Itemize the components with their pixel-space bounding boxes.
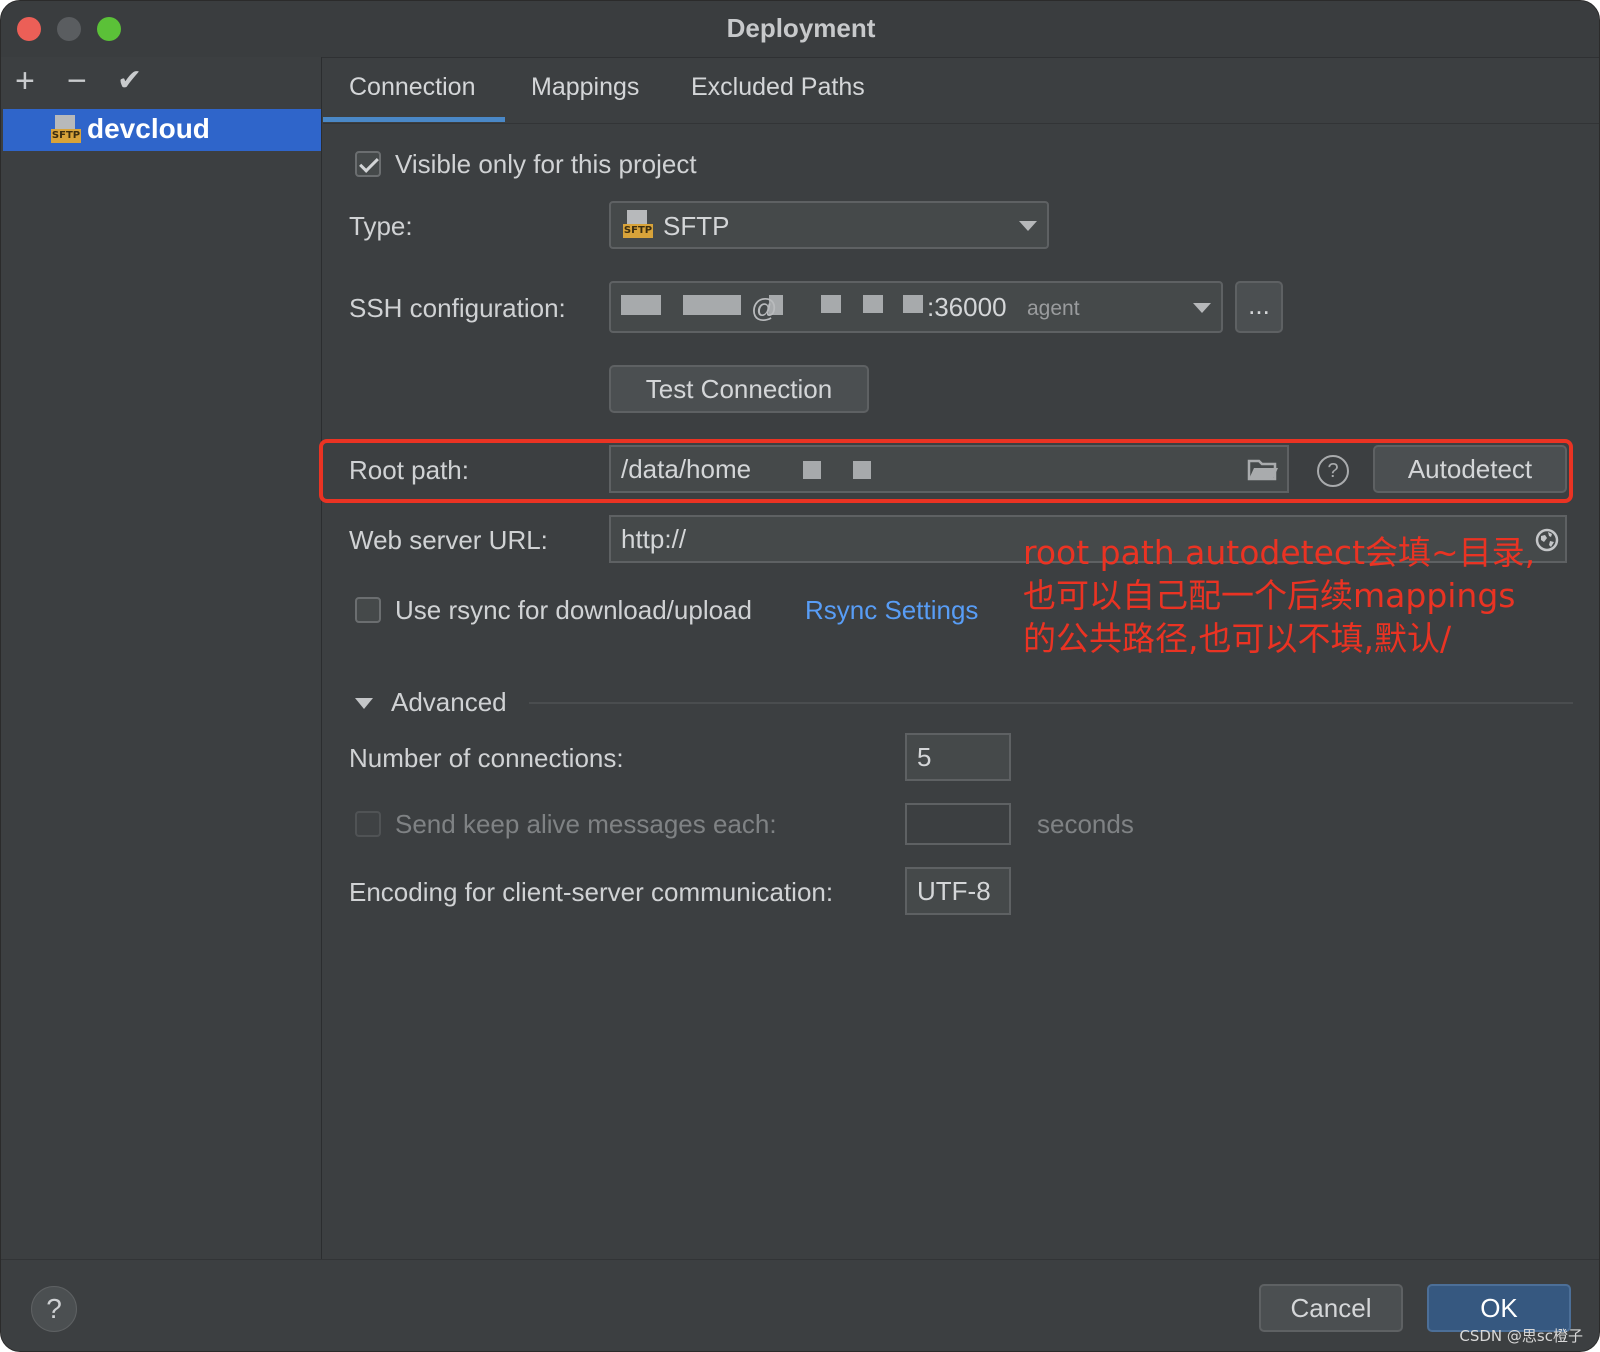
section-divider [529, 702, 1573, 704]
encoding-value: UTF-8 [917, 876, 991, 906]
advanced-section-title[interactable]: Advanced [391, 687, 507, 718]
sftp-icon: SFTP [51, 115, 81, 145]
ssh-configuration-dropdown[interactable]: @ :36000 agent [609, 281, 1223, 333]
ssh-configuration-label: SSH configuration: [349, 293, 566, 323]
tab-mappings[interactable]: Mappings [531, 73, 639, 102]
rsync-settings-link[interactable]: Rsync Settings [805, 595, 978, 626]
number-of-connections-field[interactable]: 5 [905, 733, 1011, 781]
watermark: CSDN @思sc橙子 [1459, 1327, 1583, 1345]
type-label: Type: [349, 211, 413, 241]
encoding-field[interactable]: UTF-8 [905, 867, 1011, 915]
test-connection-button[interactable]: Test Connection [609, 365, 869, 413]
annotation-line: 也可以自己配一个后续mappings [1023, 576, 1516, 615]
checkmark-icon[interactable]: ✔ [117, 61, 142, 101]
web-server-url-value: http:// [621, 524, 687, 554]
redacted-username [621, 295, 661, 315]
dialog-footer: ? Cancel OK CSDN @思sc橙子 [1, 1259, 1599, 1351]
tab-bar: Connection Mappings Excluded Paths [323, 57, 1599, 124]
web-server-url-label: Web server URL: [349, 525, 548, 555]
deployment-dialog: Deployment + − ✔ SFTP devcloud Connectio… [0, 0, 1600, 1352]
window-title: Deployment [726, 13, 876, 43]
ssh-port: :36000 [927, 292, 1007, 322]
server-list-sidebar: + − ✔ SFTP devcloud [1, 57, 322, 1261]
remove-icon[interactable]: − [67, 61, 87, 101]
ssh-auth-type: agent [1027, 297, 1080, 320]
active-tab-indicator [323, 117, 505, 122]
redacted-host-part [821, 295, 841, 313]
help-button[interactable]: ? [31, 1286, 77, 1332]
number-of-connections-label: Number of connections: [349, 743, 624, 773]
sidebar-item-devcloud[interactable]: SFTP devcloud [3, 109, 321, 151]
keep-alive-seconds-field[interactable] [905, 803, 1011, 845]
cancel-button[interactable]: Cancel [1259, 1284, 1403, 1332]
use-rsync-checkbox[interactable] [355, 597, 381, 623]
use-rsync-label: Use rsync for download/upload [395, 595, 752, 625]
type-dropdown[interactable]: SFTP SFTP [609, 201, 1049, 249]
keep-alive-checkbox[interactable] [355, 811, 381, 837]
annotation-note: root path autodetect会填~目录, 也可以自己配一个后续map… [1023, 531, 1583, 660]
chevron-down-icon [1019, 221, 1037, 231]
redacted-username-part [683, 295, 741, 315]
collapse-triangle-icon[interactable] [355, 698, 373, 709]
redacted-host-part [863, 295, 883, 313]
type-value: SFTP [663, 211, 730, 241]
title-bar: Deployment [1, 1, 1599, 58]
visible-only-checkbox[interactable] [355, 151, 381, 177]
number-of-connections-value: 5 [917, 742, 932, 772]
root-path-highlight-box [319, 439, 1573, 503]
annotation-line: 的公共路径,也可以不填,默认/ [1023, 619, 1452, 658]
sidebar-toolbar: + − ✔ [1, 57, 321, 107]
redacted-host-part [769, 295, 783, 315]
visible-only-label: Visible only for this project [395, 149, 697, 179]
chevron-down-icon [1193, 303, 1211, 313]
tab-connection[interactable]: Connection [349, 73, 475, 102]
ssh-configuration-browse-button[interactable]: ... [1235, 281, 1283, 333]
encoding-label: Encoding for client-server communication… [349, 877, 834, 907]
keep-alive-label: Send keep alive messages each: [395, 809, 777, 839]
sidebar-item-label: devcloud [87, 113, 210, 144]
add-icon[interactable]: + [15, 61, 35, 101]
keep-alive-unit: seconds [1037, 809, 1134, 839]
sftp-icon: SFTP [623, 210, 653, 240]
redacted-host-part [903, 295, 923, 313]
annotation-line: root path autodetect会填~目录, [1023, 533, 1536, 572]
tab-excluded-paths[interactable]: Excluded Paths [691, 73, 865, 102]
